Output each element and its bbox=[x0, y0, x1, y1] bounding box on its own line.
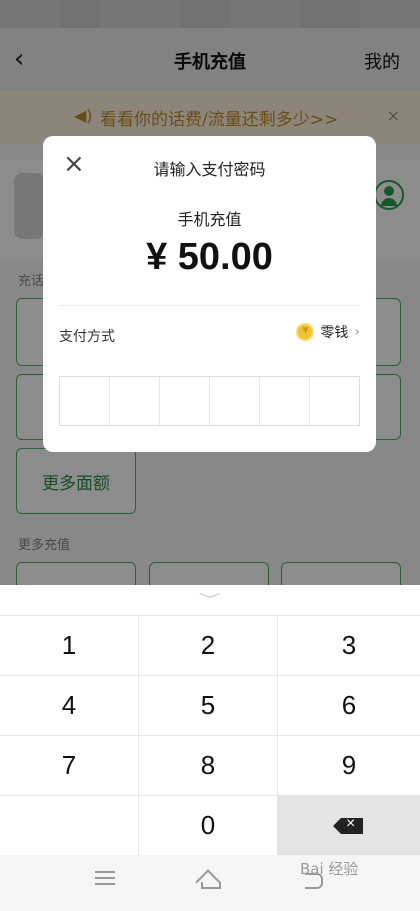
backspace-icon bbox=[333, 815, 363, 834]
key-5[interactable]: 5 bbox=[139, 675, 278, 735]
payment-method-selector[interactable]: 零钱 › bbox=[296, 322, 360, 342]
password-cell bbox=[210, 377, 260, 425]
key-3[interactable]: 3 bbox=[278, 615, 420, 675]
delete-key[interactable] bbox=[278, 795, 420, 855]
menu-icon[interactable] bbox=[95, 871, 115, 885]
watermark: Bai 经验 bbox=[300, 860, 359, 878]
payment-method-label: 支付方式 bbox=[59, 329, 115, 345]
coin-icon bbox=[296, 323, 315, 341]
key-4[interactable]: 4 bbox=[0, 675, 139, 735]
payment-method-value: 零钱 bbox=[320, 325, 349, 341]
key-blank bbox=[0, 795, 139, 855]
chevron-down-icon: ﹀ bbox=[198, 593, 222, 609]
numeric-keypad: ﹀ 1 2 3 4 5 6 7 8 9 0 bbox=[0, 585, 420, 855]
home-icon[interactable] bbox=[198, 869, 221, 889]
password-cell bbox=[310, 377, 359, 425]
password-cell bbox=[260, 377, 310, 425]
key-1[interactable]: 1 bbox=[0, 615, 139, 675]
keypad-collapse-button[interactable]: ﹀ bbox=[0, 585, 420, 615]
key-8[interactable]: 8 bbox=[139, 735, 278, 795]
dialog-title: 请输入支付密码 bbox=[153, 160, 266, 179]
key-6[interactable]: 6 bbox=[278, 675, 420, 735]
divider bbox=[59, 305, 360, 306]
password-cell bbox=[160, 377, 210, 425]
password-cell bbox=[110, 377, 160, 425]
chevron-right-icon: › bbox=[354, 324, 360, 340]
password-input[interactable] bbox=[59, 376, 360, 426]
key-2[interactable]: 2 bbox=[139, 615, 278, 675]
password-cell bbox=[60, 377, 110, 425]
payment-amount: ¥ 50.00 bbox=[146, 236, 273, 278]
keypad-keys: 1 2 3 4 5 6 7 8 9 0 bbox=[0, 615, 420, 855]
payment-password-dialog: × 请输入支付密码 手机充值 ¥ 50.00 支付方式 零钱 › bbox=[43, 136, 376, 452]
key-0[interactable]: 0 bbox=[139, 795, 278, 855]
key-7[interactable]: 7 bbox=[0, 735, 139, 795]
product-name: 手机充值 bbox=[177, 210, 242, 229]
key-9[interactable]: 9 bbox=[278, 735, 420, 795]
